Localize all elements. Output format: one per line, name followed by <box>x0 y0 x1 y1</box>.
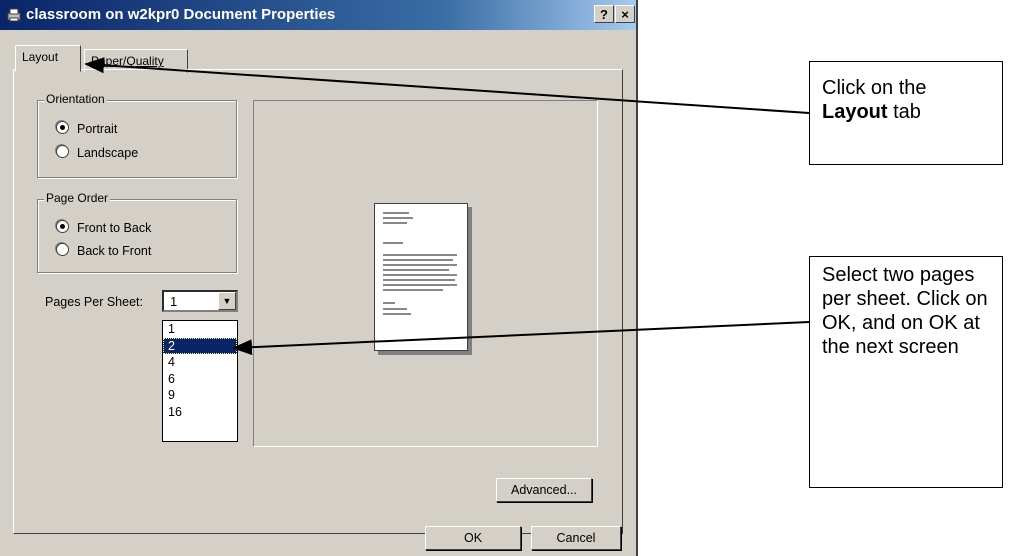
arrow-to-list-item-2 <box>232 321 810 356</box>
annotation-arrows <box>84 57 810 356</box>
arrow-to-layout-tab <box>84 57 810 114</box>
